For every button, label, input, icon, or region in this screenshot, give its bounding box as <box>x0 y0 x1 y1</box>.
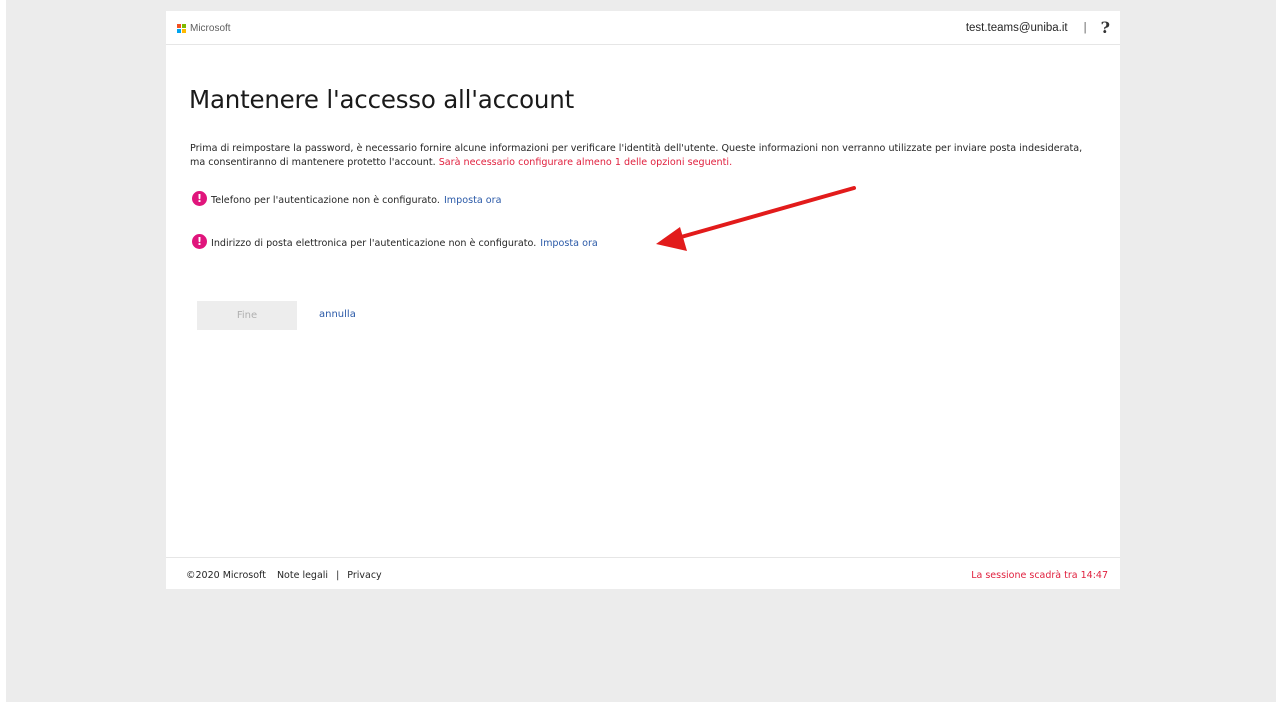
legal-link[interactable]: Note legali <box>277 570 328 581</box>
page-title: Mantenere l'accesso all'account <box>189 85 574 114</box>
finish-button[interactable]: Fine <box>197 301 297 330</box>
requirement-phone: ! Telefono per l'autenticazione non è co… <box>192 191 502 208</box>
intro-paragraph: Prima di reimpostare la password, è nece… <box>190 142 1100 170</box>
microsoft-logo: Microsoft <box>177 23 231 34</box>
user-email[interactable]: test.teams@uniba.it <box>966 22 1068 34</box>
main-card: Microsoft test.teams@uniba.it | ? Manten… <box>166 11 1120 589</box>
copyright: ©2020 Microsoft <box>186 570 266 581</box>
alert-icon: ! <box>192 191 207 206</box>
footer: ©2020 Microsoft Note legali | Privacy La… <box>166 557 1120 590</box>
session-timer: La sessione scadrà tra 14:47 <box>971 570 1108 581</box>
microsoft-logo-icon <box>177 23 187 34</box>
help-icon[interactable]: ? <box>1101 18 1110 37</box>
intro-warning: Sarà necessario configurare almeno 1 del… <box>438 157 733 168</box>
cancel-link[interactable]: annulla <box>319 309 356 320</box>
privacy-link[interactable]: Privacy <box>347 570 381 581</box>
browser-viewport: Microsoft test.teams@uniba.it | ? Manten… <box>6 0 1276 702</box>
setup-phone-link[interactable]: Imposta ora <box>444 195 502 206</box>
header-account-area: test.teams@uniba.it | ? <box>966 18 1110 37</box>
footer-separator: | <box>336 570 340 581</box>
requirement-email: ! Indirizzo di posta elettronica per l'a… <box>192 234 598 251</box>
requirement-phone-text: Telefono per l'autenticazione non è conf… <box>211 195 440 206</box>
alert-icon: ! <box>192 234 207 249</box>
setup-email-link[interactable]: Imposta ora <box>540 238 598 249</box>
header-separator: | <box>1083 21 1087 34</box>
brand-name: Microsoft <box>190 23 231 34</box>
requirement-email-text: Indirizzo di posta elettronica per l'aut… <box>211 238 537 249</box>
header-bar: Microsoft test.teams@uniba.it | ? <box>166 11 1120 45</box>
footer-links: ©2020 Microsoft Note legali | Privacy <box>186 570 382 581</box>
